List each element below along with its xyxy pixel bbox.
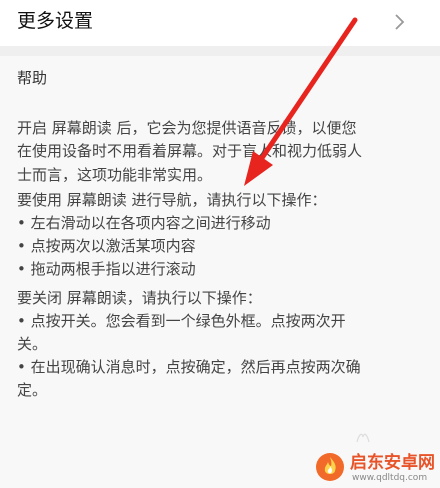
watermark-site-url: www.qdltdq.com bbox=[352, 473, 428, 483]
more-settings-row[interactable]: 更多设置 bbox=[0, 0, 440, 46]
help-intro-line-2: 在使用设备时不用看着屏幕。对于盲人和视力低弱人 bbox=[17, 142, 363, 160]
chevron-right-icon bbox=[395, 14, 405, 30]
usage-heading: 要使用 屏幕朗读 进行导航，请执行以下操作： bbox=[17, 191, 327, 209]
usage-item-3: • 拖动两根手指以进行滚动 bbox=[17, 260, 196, 278]
turn-off-heading: 要关闭 屏幕朗读，请执行以下操作： bbox=[17, 289, 262, 307]
usage-item-2: • 点按两次以激活某项内容 bbox=[17, 237, 196, 255]
section-divider bbox=[0, 46, 440, 56]
flame-logo-icon bbox=[316, 453, 344, 481]
help-intro-line-1: 开启 屏幕朗读 后，它会为您提供语音反馈，以便您 bbox=[17, 119, 357, 137]
help-section-title: 帮助 bbox=[17, 69, 48, 87]
usage-item-1: • 左右滑动以在各项内容之间进行移动 bbox=[17, 214, 271, 232]
turn-off-item-1-line-1: • 点按开关。您会看到一个绿色外框。点按两次开 bbox=[17, 312, 346, 330]
turn-off-item-2-line-1: • 在出现确认消息时，点按确定，然后再点按两次确 bbox=[17, 358, 361, 376]
faint-overlay-mark bbox=[356, 433, 370, 443]
more-settings-title: 更多设置 bbox=[17, 10, 94, 32]
help-intro-line-3: 士而言，这项功能非常实用。 bbox=[17, 166, 213, 184]
watermark-site-name: 启东安卓网 bbox=[350, 453, 435, 473]
turn-off-item-2-line-2: 定。 bbox=[17, 381, 48, 399]
turn-off-item-1-line-2: 关。 bbox=[17, 335, 48, 353]
